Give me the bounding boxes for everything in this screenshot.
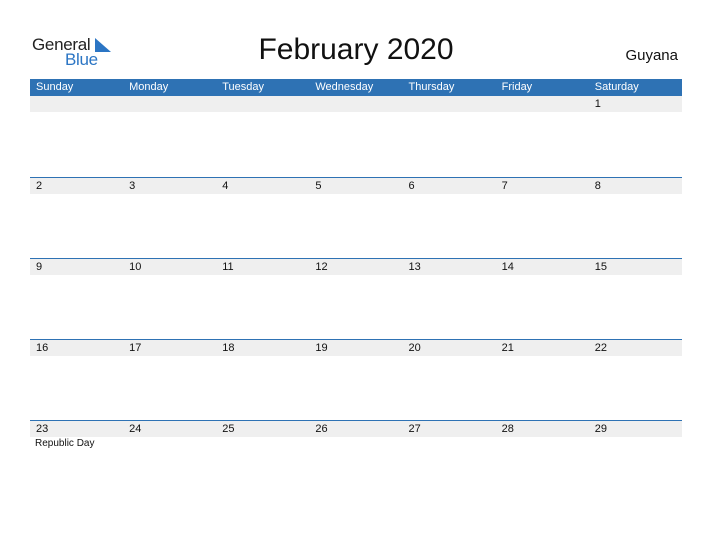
day-event (589, 275, 682, 276)
day-number: 9 (36, 261, 43, 273)
weekday-friday: Friday (501, 81, 533, 93)
calendar-grid: Sunday Monday Tuesday Wednesday Thursday… (30, 79, 682, 501)
day-number: 21 (501, 342, 514, 354)
day-number: 27 (408, 423, 421, 435)
week-row: 1 (30, 96, 682, 177)
day-event (309, 356, 402, 357)
day-number: 23 (36, 423, 49, 435)
day-number (403, 96, 496, 112)
day-number: 29 (594, 423, 607, 435)
day-event (309, 275, 402, 276)
weekday-thursday: Thursday (408, 81, 455, 93)
day-number: 26 (315, 423, 328, 435)
day-event (309, 112, 402, 113)
day-event (589, 356, 682, 357)
day-event (589, 194, 682, 195)
day-event (123, 437, 216, 449)
day-number: 16 (36, 342, 49, 354)
weekday-monday: Monday (129, 81, 169, 93)
day-event (403, 112, 496, 113)
day-event (123, 356, 216, 357)
day-number: 14 (501, 261, 514, 273)
day-number: 20 (408, 342, 421, 354)
day-number: 24 (129, 423, 142, 435)
day-number: 2 (36, 180, 43, 192)
day-event (589, 437, 682, 449)
day-event (496, 112, 589, 113)
day-number: 17 (129, 342, 142, 354)
day-number: 8 (594, 180, 601, 192)
day-event (216, 275, 309, 276)
day-number (216, 96, 309, 112)
day-number: 18 (222, 342, 235, 354)
date-strip: 23 24 25 26 27 28 29 (30, 421, 682, 437)
day-event (216, 194, 309, 195)
day-number (30, 96, 123, 112)
day-number: 12 (315, 261, 328, 273)
events-strip: Republic Day (30, 437, 682, 449)
weekday-tuesday: Tuesday (222, 81, 265, 93)
day-event (309, 194, 402, 195)
day-number: 5 (315, 180, 322, 192)
day-event (589, 112, 682, 113)
weekday-sunday: Sunday (36, 81, 74, 93)
day-event (403, 194, 496, 195)
day-event (403, 437, 496, 449)
day-event (309, 437, 402, 449)
day-event (216, 112, 309, 113)
day-event (496, 275, 589, 276)
day-number: 10 (129, 261, 142, 273)
day-number (496, 96, 589, 112)
day-number (309, 96, 402, 112)
page-title: February 2020 (258, 33, 454, 66)
date-strip: 2 3 4 5 6 7 8 (30, 178, 682, 194)
day-event (30, 194, 123, 195)
day-number: 25 (222, 423, 235, 435)
events-strip (30, 275, 682, 276)
day-number: 15 (594, 261, 607, 273)
day-event (30, 356, 123, 357)
day-event (496, 356, 589, 357)
day-event (123, 275, 216, 276)
day-number: 13 (408, 261, 421, 273)
week-row: 2 3 4 5 6 7 8 (30, 177, 682, 258)
day-number: 3 (129, 180, 136, 192)
day-event (123, 194, 216, 195)
day-event (216, 356, 309, 357)
day-event: Republic Day (35, 438, 95, 449)
date-strip: 16 17 18 19 20 21 22 (30, 340, 682, 356)
day-number: 22 (594, 342, 607, 354)
country-label: Guyana (625, 47, 678, 64)
week-row: 9 10 11 12 13 14 15 (30, 258, 682, 339)
date-strip: 9 10 11 12 13 14 15 (30, 259, 682, 275)
weeks-container: 1 2 3 4 5 6 7 8 9 10 11 12 13 14 15 16 17 18 19 20 21 22 23 24 2… (30, 96, 682, 501)
day-number: 4 (222, 180, 229, 192)
day-event (123, 112, 216, 113)
day-number: 19 (315, 342, 328, 354)
day-number (123, 96, 216, 112)
day-number: 1 (594, 98, 601, 110)
day-number: 7 (501, 180, 508, 192)
week-row: 23 24 25 26 27 28 29 Republic Day (30, 420, 682, 501)
day-event (403, 275, 496, 276)
day-event (496, 194, 589, 195)
day-event (30, 112, 123, 113)
date-strip: 1 (30, 96, 682, 112)
events-strip (30, 356, 682, 357)
day-event (216, 437, 309, 449)
weekday-wednesday: Wednesday (315, 81, 374, 93)
day-event (30, 275, 123, 276)
weekday-saturday: Saturday (594, 81, 639, 93)
day-event (403, 356, 496, 357)
day-number: 28 (501, 423, 514, 435)
events-strip (30, 194, 682, 195)
events-strip (30, 112, 682, 113)
day-number: 6 (408, 180, 415, 192)
day-number: 11 (222, 261, 234, 273)
week-row: 16 17 18 19 20 21 22 (30, 339, 682, 420)
weekday-header: Sunday Monday Tuesday Wednesday Thursday… (30, 79, 682, 96)
day-event (496, 437, 589, 449)
